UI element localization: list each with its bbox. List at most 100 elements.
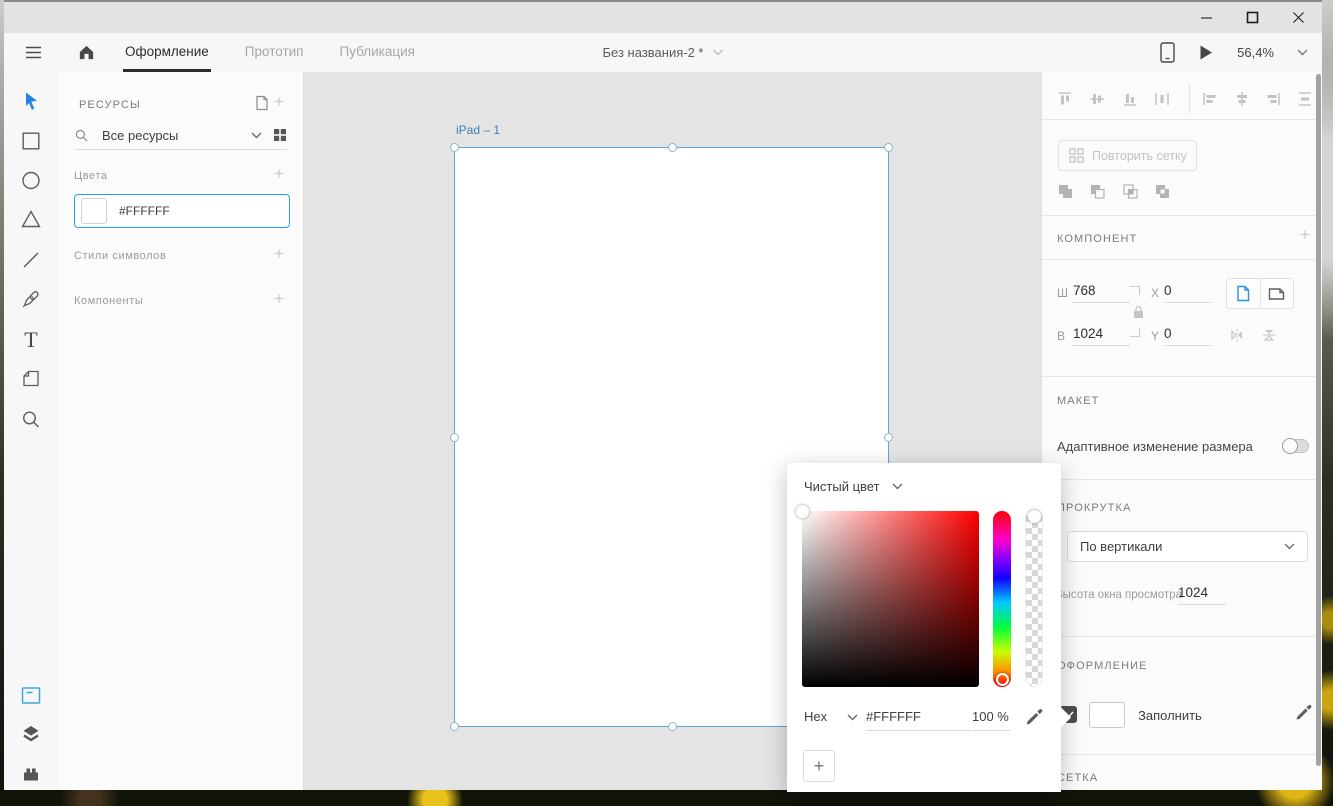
assets-panel-icon[interactable] [21, 685, 42, 706]
component-add-icon[interactable]: + [1300, 228, 1310, 242]
alpha-slider[interactable] [1025, 509, 1043, 687]
line-tool-icon[interactable] [22, 251, 40, 269]
colors-add-icon[interactable]: + [274, 167, 284, 181]
selection-handle[interactable] [668, 143, 677, 152]
selection-handle[interactable] [884, 433, 893, 442]
lock-icon[interactable] [1132, 305, 1145, 319]
chevron-down-icon[interactable] [251, 132, 262, 139]
hue-cursor[interactable] [996, 673, 1009, 686]
pen-tool-icon[interactable] [21, 289, 41, 309]
divider [1042, 754, 1322, 755]
rectangle-tool-icon[interactable] [22, 132, 40, 150]
maximize-button[interactable] [1244, 10, 1260, 26]
tab-share[interactable]: Публикация [338, 33, 417, 72]
tab-prototype[interactable]: Прототип [243, 33, 306, 72]
color-format-value[interactable]: Hex [804, 709, 827, 724]
appearance-header: ОФОРМЛЕНИЕ [1057, 660, 1148, 672]
x-input[interactable]: 0 [1164, 283, 1211, 303]
viewport-height-label: Высота окна просмотра [1055, 589, 1182, 601]
distribute-horizontal-icon[interactable] [1154, 91, 1170, 107]
align-top-icon[interactable] [1057, 91, 1073, 107]
assets-search-row[interactable]: Все ресурсы [75, 121, 287, 150]
toolbar-right-group: 56,4% [1160, 33, 1308, 72]
hamburger-menu-icon[interactable] [24, 43, 43, 62]
align-center-horizontal-icon[interactable] [1234, 91, 1250, 107]
document-title: Без названия-2 * [603, 45, 704, 60]
scroll-header: ПРОКРУТКА [1057, 502, 1131, 514]
inspector-scrollbar[interactable] [1316, 74, 1321, 766]
fill-type-chevron-icon[interactable] [892, 483, 903, 490]
select-tool-icon[interactable] [22, 91, 41, 112]
y-input[interactable]: 0 [1164, 326, 1211, 346]
align-right-icon[interactable] [1265, 91, 1281, 107]
boolean-add-icon[interactable] [1057, 183, 1074, 200]
flip-vertical-icon[interactable] [1260, 326, 1278, 344]
polygon-tool-icon[interactable] [21, 210, 41, 228]
orientation-portrait-button[interactable] [1227, 279, 1260, 308]
zoom-level[interactable]: 56,4% [1237, 45, 1274, 60]
ellipse-tool-icon[interactable] [22, 171, 41, 190]
flip-horizontal-icon[interactable] [1228, 326, 1246, 344]
responsive-resize-label: Адаптивное изменение размера [1057, 439, 1253, 454]
eyedropper-icon[interactable] [1024, 706, 1044, 726]
artboard-tool-icon[interactable] [22, 369, 41, 388]
boolean-exclude-icon[interactable] [1154, 183, 1171, 200]
divider [1042, 259, 1322, 260]
document-assets-icon[interactable] [254, 95, 270, 111]
zoom-chevron-icon[interactable] [1297, 49, 1308, 56]
plugins-icon[interactable] [21, 765, 41, 783]
home-icon[interactable] [77, 43, 96, 62]
color-field-cursor[interactable] [796, 505, 809, 518]
character-styles-add-icon[interactable]: + [274, 247, 284, 261]
grid-view-icon[interactable] [273, 128, 287, 142]
document-title-area[interactable]: Без названия-2 * [603, 33, 724, 72]
fill-type-value[interactable]: Чистый цвет [804, 479, 880, 494]
components-add-icon[interactable]: + [274, 292, 284, 306]
opacity-input[interactable]: 100 % [972, 709, 1010, 731]
scroll-direction-dropdown[interactable]: По вертикали [1067, 531, 1308, 562]
layers-icon[interactable] [21, 724, 41, 745]
align-left-icon[interactable] [1202, 91, 1218, 107]
add-color-button[interactable]: + [803, 750, 835, 782]
minimize-button[interactable] [1198, 10, 1214, 26]
fill-eyedropper-icon[interactable] [1294, 702, 1313, 721]
artboard-name[interactable]: iPad – 1 [456, 123, 500, 137]
width-input[interactable]: 768 [1073, 283, 1130, 303]
color-picker-popup: Чистый цвет Hex #FFFFFF 100 % + [787, 463, 1061, 792]
zoom-tool-icon[interactable] [22, 410, 41, 429]
boolean-intersect-icon[interactable] [1122, 183, 1139, 200]
align-bottom-icon[interactable] [1122, 91, 1138, 107]
toggle-knob [1282, 438, 1298, 454]
selection-handle[interactable] [450, 433, 459, 442]
selection-handle[interactable] [668, 722, 677, 731]
play-icon[interactable] [1198, 44, 1214, 61]
x-label: X [1151, 286, 1159, 300]
hex-value-input[interactable]: #FFFFFF [866, 709, 970, 731]
mode-tabs: Оформление Прототип Публикация [123, 33, 417, 72]
close-button[interactable] [1290, 10, 1306, 26]
device-preview-icon[interactable] [1160, 42, 1175, 63]
selection-handle[interactable] [884, 143, 893, 152]
repeat-grid-button[interactable]: Повторить сетку [1058, 140, 1197, 171]
component-header: КОМПОНЕНТ [1057, 233, 1137, 245]
colors-section-header: Цвета [74, 170, 108, 182]
format-chevron-icon[interactable] [847, 714, 858, 721]
color-asset-item[interactable]: #FFFFFF [74, 194, 290, 228]
alpha-cursor[interactable] [1028, 510, 1041, 523]
boolean-subtract-icon[interactable] [1089, 183, 1106, 200]
orientation-landscape-button[interactable] [1260, 279, 1294, 308]
responsive-resize-toggle[interactable] [1282, 439, 1309, 453]
assets-add-icon[interactable]: + [274, 95, 284, 109]
viewport-height-input[interactable]: 1024 [1178, 585, 1226, 605]
distribute-vertical-icon[interactable] [1297, 91, 1313, 107]
height-label: В [1057, 329, 1065, 343]
height-input[interactable]: 1024 [1073, 326, 1130, 346]
align-middle-vertical-icon[interactable] [1089, 91, 1105, 107]
tab-design[interactable]: Оформление [123, 33, 211, 72]
selection-handle[interactable] [450, 143, 459, 152]
selection-handle[interactable] [450, 722, 459, 731]
fill-color-swatch[interactable] [1089, 702, 1125, 728]
saturation-value-field[interactable] [802, 511, 979, 687]
text-tool-icon[interactable]: T [24, 327, 37, 353]
hue-slider[interactable] [993, 511, 1011, 687]
